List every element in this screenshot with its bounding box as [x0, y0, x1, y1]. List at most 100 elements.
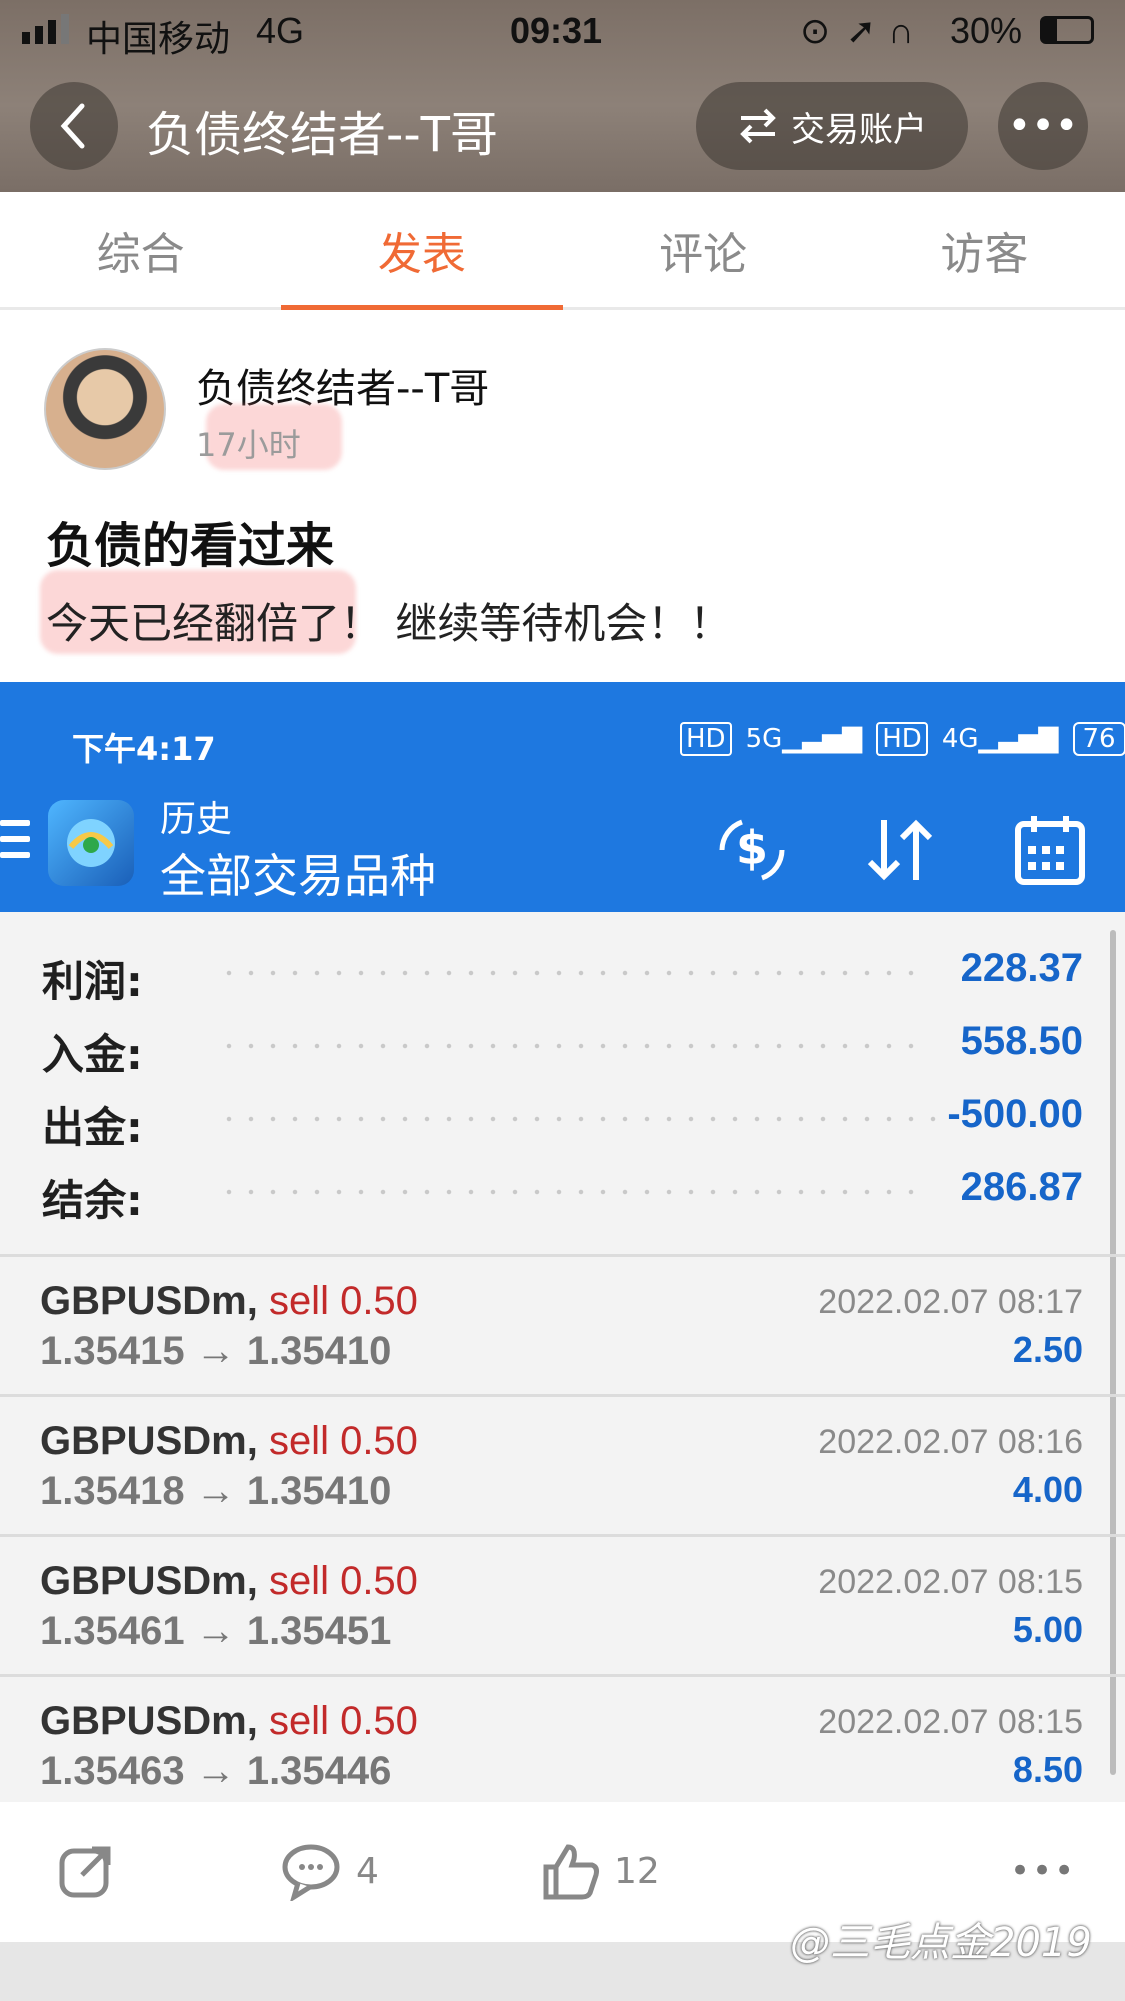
- watermark: @三毛点金2019: [790, 1920, 1092, 1966]
- svg-text:$: $: [736, 821, 768, 875]
- trade-symbol: GBPUSDm,: [40, 1279, 258, 1323]
- carrier-label: 中国移动: [86, 18, 231, 59]
- signal-5g-icon: 5G▁▃▅▇: [745, 724, 863, 754]
- tab-posts[interactable]: 发表: [281, 192, 563, 310]
- tab-visitors[interactable]: 访客: [844, 192, 1125, 307]
- summary-row-profit: 利润: 228.37: [0, 938, 1125, 1010]
- signal-icon: [22, 14, 69, 44]
- metatrader-logo-icon: [67, 819, 115, 867]
- comment-button[interactable]: 4: [280, 1836, 379, 1906]
- app-logo: [48, 800, 134, 886]
- location-icon: ➚: [846, 10, 877, 51]
- trade-symbol-line: GBPUSDm, sell 0.50: [40, 1419, 418, 1464]
- leader-dots: [218, 1043, 918, 1049]
- trade-row[interactable]: GBPUSDm, sell 0.50 1.35415 → 1.35410 202…: [0, 1257, 1125, 1397]
- trade-prices: 1.35463 → 1.35446: [40, 1749, 392, 1793]
- summary-row-balance: 结余: 286.87: [0, 1157, 1125, 1229]
- network-label: 4G: [256, 10, 305, 51]
- sort-icon[interactable]: [860, 810, 940, 890]
- more-icon: •••: [1010, 1851, 1077, 1891]
- summary-value: 228.37: [960, 946, 1083, 990]
- trade-profit: 8.50: [1012, 1749, 1083, 1790]
- screenshot-battery: 76: [1072, 722, 1125, 756]
- trade-side: sell 0.50: [268, 1699, 418, 1743]
- tab-bar: 综合 发表 评论 访客: [0, 192, 1125, 310]
- trade-time: 2022.02.07 08:15: [818, 1703, 1083, 1741]
- tab-label: 评论: [659, 228, 748, 280]
- like-count: 12: [614, 1850, 660, 1892]
- summary-value: 286.87: [960, 1165, 1083, 1209]
- screenshot-status-icons: HD 5G▁▃▅▇ HD 4G▁▃▅▇ 76: [680, 722, 1125, 756]
- trade-symbol-line: GBPUSDm, sell 0.50: [40, 1279, 418, 1324]
- trade-profit: 2.50: [1012, 1329, 1083, 1370]
- lock-rotation-icon: ⊙: [800, 10, 831, 51]
- summary-row-deposit: 入金: 558.50: [0, 1011, 1125, 1083]
- trade-side: sell 0.50: [268, 1279, 418, 1323]
- tab-comments[interactable]: 评论: [563, 192, 844, 307]
- tab-label: 访客: [940, 228, 1029, 280]
- summary-label: 利润:: [42, 957, 143, 1006]
- battery-icon: [1040, 16, 1094, 44]
- post-title: 负债的看过来: [46, 518, 335, 574]
- page: 中国移动 4G 09:31 ⊙ ➚ ∩ 30% 负债终结者--T哥 交易账户 •…: [0, 0, 1125, 2001]
- leader-dots: [218, 970, 918, 976]
- back-button[interactable]: [30, 82, 118, 170]
- trade-symbol: GBPUSDm,: [40, 1559, 258, 1603]
- leader-dots: [218, 1116, 938, 1122]
- trade-side: sell 0.50: [268, 1419, 418, 1463]
- headphones-icon: ∩: [888, 10, 914, 51]
- trade-symbol: GBPUSDm,: [40, 1699, 258, 1743]
- trade-time: 2022.02.07 08:16: [818, 1423, 1083, 1461]
- comment-count: 4: [356, 1850, 379, 1892]
- trade-side: sell 0.50: [268, 1559, 418, 1603]
- like-button[interactable]: 12: [540, 1836, 660, 1906]
- trade-symbol: GBPUSDm,: [40, 1419, 258, 1463]
- summary-value: -500.00: [947, 1092, 1083, 1136]
- trade-row[interactable]: GBPUSDm, sell 0.50 1.35463 → 1.35446 202…: [0, 1677, 1125, 1817]
- clock: 09:31: [510, 10, 603, 51]
- trade-time: 2022.02.07 08:17: [818, 1283, 1083, 1321]
- trade-prices: 1.35461 → 1.35451: [40, 1609, 392, 1653]
- summary-row-withdrawal: 出金: -500.00: [0, 1084, 1125, 1156]
- battery-percent: 30%: [950, 10, 1023, 51]
- menu-icon[interactable]: [0, 820, 30, 866]
- summary-value: 558.50: [960, 1019, 1083, 1063]
- trade-symbol-line: GBPUSDm, sell 0.50: [40, 1559, 418, 1604]
- page-title: 负债终结者--T哥: [146, 107, 498, 163]
- back-icon: [60, 103, 85, 149]
- tab-label: 发表: [377, 228, 466, 280]
- summary-label: 入金:: [42, 1030, 143, 1079]
- like-icon: [543, 1844, 599, 1900]
- share-button[interactable]: [56, 1836, 116, 1906]
- trading-account-button[interactable]: 交易账户: [696, 82, 968, 170]
- tab-overview[interactable]: 综合: [0, 192, 281, 307]
- trade-profit: 5.00: [1012, 1609, 1083, 1650]
- more-icon: •••: [1007, 103, 1079, 149]
- trade-profit: 4.00: [1012, 1469, 1083, 1510]
- post-time: 17小时: [196, 426, 301, 464]
- currency-exchange-icon[interactable]: $: [712, 810, 792, 890]
- hd-icon: HD: [680, 722, 732, 756]
- tab-label: 综合: [96, 228, 185, 280]
- avatar[interactable]: [44, 348, 166, 470]
- summary-label: 出金:: [42, 1103, 143, 1152]
- leader-dots: [218, 1189, 918, 1195]
- screenshot-title: 全部交易品种: [160, 849, 436, 903]
- hd-icon: HD: [876, 722, 928, 756]
- more-button[interactable]: •••: [998, 82, 1088, 170]
- trade-time: 2022.02.07 08:15: [818, 1563, 1083, 1601]
- more-options-button[interactable]: •••: [1010, 1836, 1076, 1906]
- trade-prices: 1.35418 → 1.35410: [40, 1469, 392, 1513]
- trade-row[interactable]: GBPUSDm, sell 0.50 1.35418 → 1.35410 202…: [0, 1397, 1125, 1537]
- trade-symbol-line: GBPUSDm, sell 0.50: [40, 1699, 418, 1744]
- swap-icon: [740, 108, 776, 144]
- trade-prices: 1.35415 → 1.35410: [40, 1329, 392, 1373]
- calendar-icon[interactable]: [1010, 810, 1090, 890]
- comment-icon: [282, 1844, 340, 1901]
- trade-row[interactable]: GBPUSDm, sell 0.50 1.35461 → 1.35451 202…: [0, 1537, 1125, 1677]
- signal-4g-icon: 4G▁▃▅▇: [941, 724, 1059, 754]
- profile-header: 中国移动 4G 09:31 ⊙ ➚ ∩ 30% 负债终结者--T哥 交易账户 •…: [0, 0, 1125, 192]
- post-body: 今天已经翻倍了！ 继续等待机会！！: [46, 599, 732, 648]
- trading-account-label: 交易账户: [791, 109, 927, 150]
- screenshot-status-time: 下午4:17: [72, 730, 216, 768]
